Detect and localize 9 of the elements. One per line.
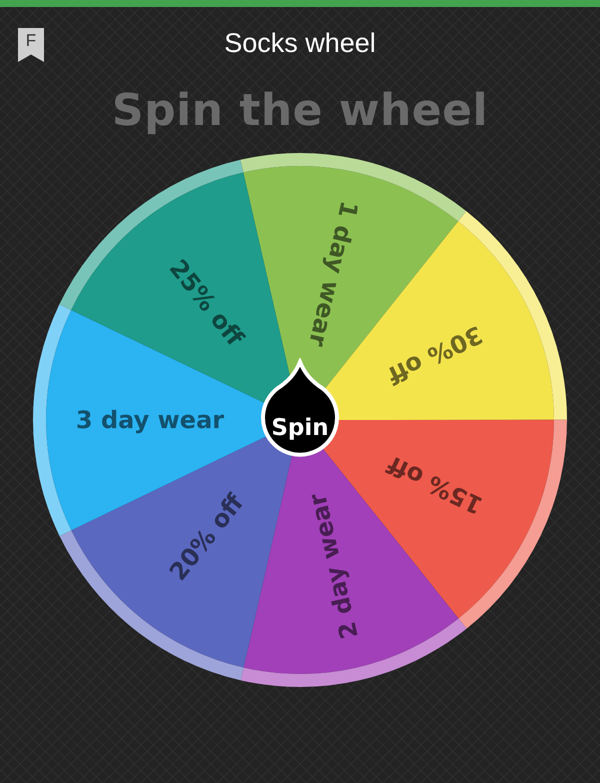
segment-label: 3 day wear (76, 406, 224, 434)
page-title: Socks wheel (224, 28, 376, 59)
segment-label: 1 day wear (303, 198, 364, 350)
segment-label: 30% off (383, 320, 487, 390)
spin-button[interactable]: Spin (259, 358, 341, 458)
wheel-heading: Spin the wheel (110, 85, 490, 136)
segment-label: 15% off (383, 450, 488, 520)
segment-label: 2 day wear (303, 490, 364, 642)
bookmark-badge[interactable]: F (18, 28, 44, 62)
